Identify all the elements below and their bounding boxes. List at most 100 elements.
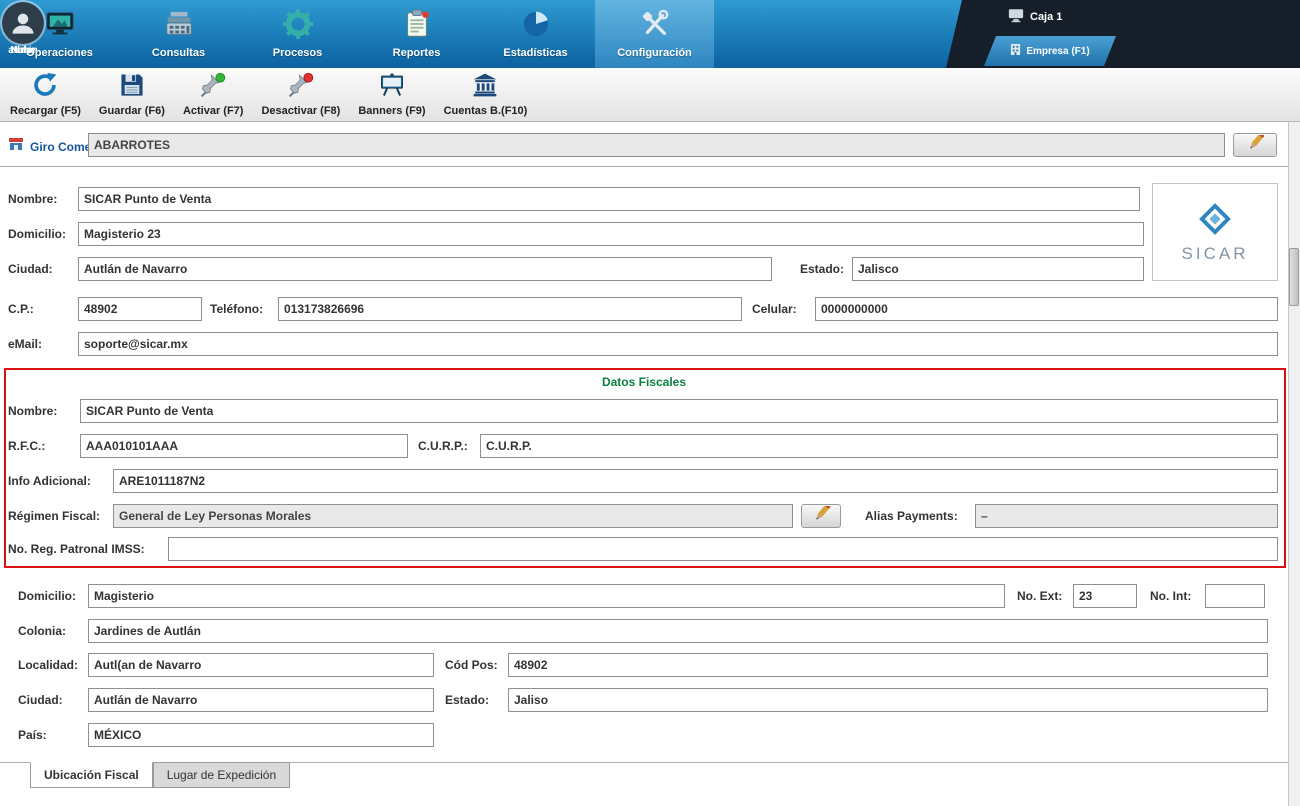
tab-ubicacion-fiscal[interactable]: Ubicación Fiscal — [30, 762, 153, 788]
tab-label: Consultas — [151, 47, 206, 59]
bottom-tabs: Ubicación Fiscal Lugar de Expedición — [30, 762, 291, 788]
sicar-logo: SICAR — [1152, 183, 1278, 281]
domicilio-field[interactable] — [78, 222, 1144, 246]
banners-button[interactable]: Banners (F9) — [356, 70, 427, 119]
tab-estadisticas[interactable]: Estadísticas — [476, 0, 595, 68]
localidad-field[interactable] — [88, 653, 434, 677]
localidad-label: Localidad: — [18, 658, 79, 672]
imss-label: No. Reg. Patronal IMSS: — [8, 542, 145, 556]
tab-lugar-expedicion[interactable]: Lugar de Expedición — [152, 762, 291, 788]
regimen-edit-button[interactable] — [801, 502, 841, 528]
no-ext-field[interactable] — [1073, 584, 1137, 608]
toolbar-label: Guardar (F6) — [98, 105, 165, 117]
bank-icon — [472, 72, 498, 103]
caja-indicator: Caja 1 — [1008, 8, 1062, 26]
deactivate-pin-icon — [288, 72, 314, 103]
toolbar-label: Banners (F9) — [358, 105, 426, 117]
cash-register-icon — [164, 9, 194, 44]
telefono-label: Teléfono: — [210, 302, 264, 316]
toolbar-label: Recargar (F5) — [10, 105, 81, 117]
ubicacion-domicilio-field[interactable] — [88, 584, 1005, 608]
giro-comercial-field — [88, 133, 1225, 157]
toolbar-label: Cuentas B.(F10) — [443, 105, 528, 117]
gear-icon — [282, 9, 313, 44]
tab-procesos[interactable]: Procesos — [238, 0, 357, 68]
ubicacion-estado-field[interactable] — [508, 688, 1268, 712]
cod-pos-label: Cód Pos: — [445, 658, 498, 672]
sicar-diamond-logo-icon — [1197, 201, 1233, 242]
section-divider — [0, 166, 1288, 167]
admin-label: admin — [8, 45, 38, 56]
recargar-button[interactable]: Recargar (F5) — [8, 70, 83, 119]
no-int-label: No. Int: — [1150, 589, 1192, 603]
monitor-icon — [1008, 8, 1024, 26]
celular-field[interactable] — [815, 297, 1278, 321]
tab-configuracion[interactable]: Configuración — [595, 0, 714, 68]
rfc-field[interactable] — [80, 434, 408, 458]
regimen-fiscal-label: Régimen Fiscal: — [8, 509, 101, 523]
pencil-icon — [1244, 131, 1266, 156]
regimen-fiscal-field — [113, 504, 793, 528]
tab-label: Reportes — [392, 47, 441, 59]
tab-label: Estadísticas — [503, 47, 568, 59]
vertical-scrollbar[interactable] — [1288, 122, 1300, 806]
scrollbar-thumb[interactable] — [1289, 248, 1299, 306]
domicilio-label: Domicilio: — [8, 227, 67, 241]
tab-reportes[interactable]: Reportes — [357, 0, 476, 68]
tab-consultas[interactable]: Consultas — [119, 0, 238, 68]
ubicacion-ciudad-label: Ciudad: — [18, 693, 63, 707]
cod-pos-field[interactable] — [508, 653, 1268, 677]
ubicacion-ciudad-field[interactable] — [88, 688, 434, 712]
admin-button[interactable]: admin — [0, 2, 46, 56]
toolbar-label: Desactivar (F8) — [261, 105, 341, 117]
ciudad-label: Ciudad: — [8, 262, 53, 276]
ubicacion-domicilio-label: Domicilio: — [18, 589, 77, 603]
colonia-label: Colonia: — [18, 624, 66, 638]
no-int-field[interactable] — [1205, 584, 1265, 608]
estado-field[interactable] — [852, 257, 1144, 281]
nombre-label: Nombre: — [8, 192, 58, 206]
desactivar-button[interactable]: Desactivar (F8) — [259, 70, 342, 119]
fiscal-nombre-label: Nombre: — [8, 404, 58, 418]
alias-payments-label: Alias Payments: — [865, 509, 958, 523]
sicar-logo-text: SICAR — [1181, 243, 1249, 263]
tools-icon — [640, 9, 670, 44]
banner-board-icon — [379, 72, 405, 103]
empresa-label: Empresa (F1) — [1026, 45, 1090, 57]
guardar-button[interactable]: Guardar (F6) — [97, 70, 167, 119]
activar-button[interactable]: Activar (F7) — [181, 70, 246, 119]
telefono-field[interactable] — [278, 297, 742, 321]
pais-label: País: — [18, 728, 47, 742]
reload-icon — [32, 72, 58, 103]
info-adicional-field[interactable] — [113, 469, 1278, 493]
cuentas-bancarias-button[interactable]: Cuentas B.(F10) — [442, 70, 530, 119]
curp-field[interactable] — [480, 434, 1278, 458]
building-icon — [1010, 43, 1021, 59]
ciudad-field[interactable] — [78, 257, 772, 281]
rfc-label: R.F.C.: — [8, 439, 46, 453]
nombre-field[interactable] — [78, 187, 1140, 211]
tab-label: Procesos — [272, 47, 323, 59]
info-adicional-label: Info Adicional: — [8, 474, 91, 488]
operaciones-monitor-icon — [45, 9, 75, 44]
cp-label: C.P.: — [8, 302, 34, 316]
fiscal-nombre-field[interactable] — [80, 399, 1278, 423]
empresa-button[interactable]: Empresa (F1) — [984, 36, 1116, 66]
datos-fiscales-title: Datos Fiscales — [601, 375, 687, 389]
email-field[interactable] — [78, 332, 1278, 356]
pencil-icon — [810, 502, 832, 527]
pie-chart-icon — [521, 9, 551, 44]
no-ext-label: No. Ext: — [1017, 589, 1063, 603]
estado-label: Estado: — [800, 262, 845, 276]
giro-edit-button[interactable] — [1233, 131, 1277, 157]
imss-field[interactable] — [168, 537, 1278, 561]
notepad-icon — [402, 9, 432, 44]
celular-label: Celular: — [752, 302, 797, 316]
curp-label: C.U.R.P.: — [418, 439, 468, 453]
ubicacion-estado-label: Estado: — [445, 693, 490, 707]
pais-field[interactable] — [88, 723, 434, 747]
colonia-field[interactable] — [88, 619, 1268, 643]
cp-field[interactable] — [78, 297, 202, 321]
top-nav: Operaciones Consultas Procesos Reportes … — [0, 0, 1300, 68]
sicar-window: Operaciones Consultas Procesos Reportes … — [0, 0, 1300, 806]
